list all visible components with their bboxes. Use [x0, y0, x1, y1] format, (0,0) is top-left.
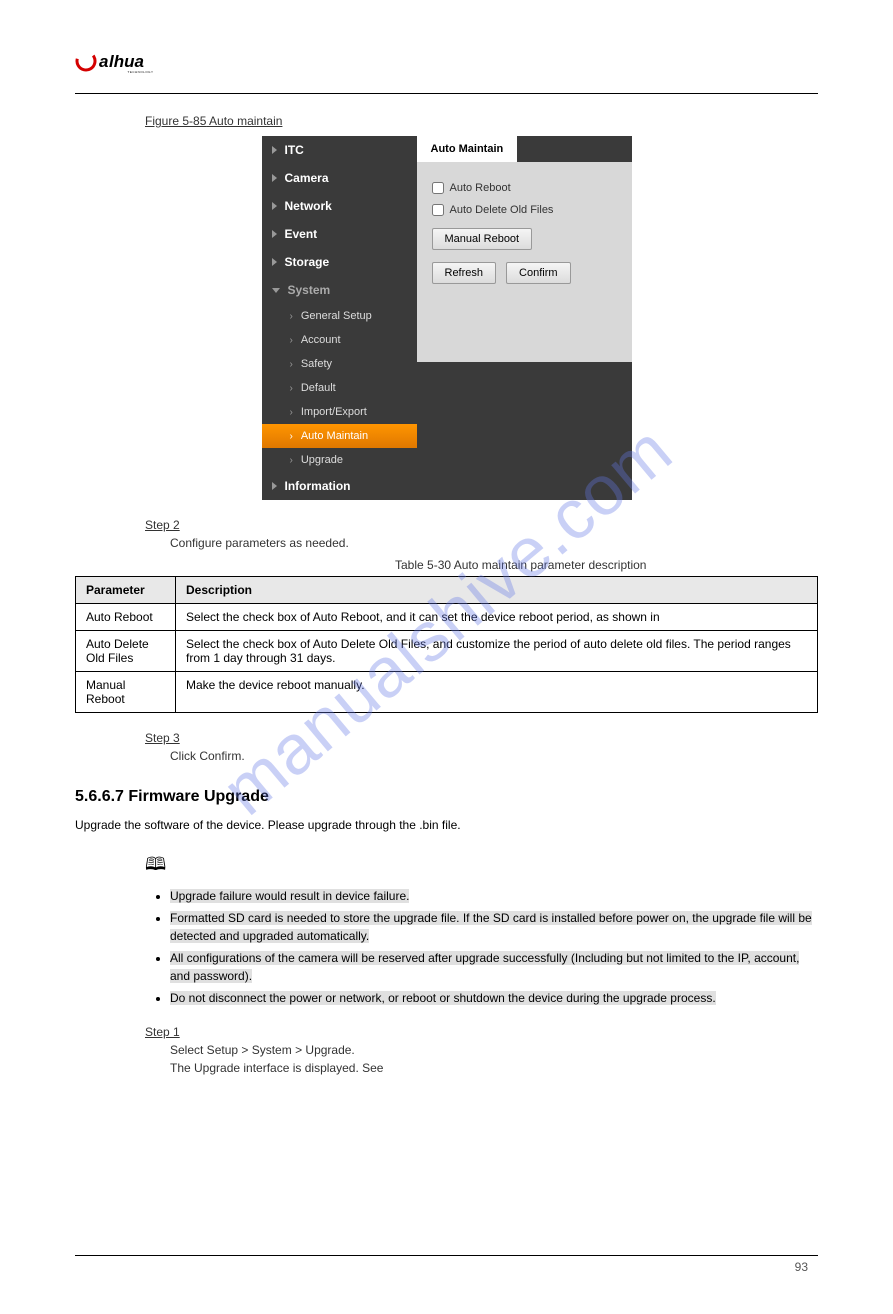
step-2-label: Step 2 [145, 518, 818, 532]
note-list: Upgrade failure would result in device f… [170, 887, 818, 1007]
footer-rule [75, 1255, 818, 1256]
chevron-right-icon: › [290, 455, 293, 466]
sidebar-sub-safety[interactable]: ›Safety [262, 352, 417, 376]
step-1-desc-b: The Upgrade interface is displayed. See [170, 1061, 818, 1075]
checkbox-auto-reboot-label: Auto Reboot [450, 182, 511, 194]
figure-label: Figure 5-85 Auto maintain [145, 114, 818, 128]
checkbox-auto-delete-row: Auto Delete Old Files [432, 204, 617, 216]
step-3-desc: Click Confirm. [170, 749, 818, 763]
sidebar-item-network[interactable]: Network [262, 192, 417, 220]
checkbox-auto-reboot[interactable] [432, 182, 444, 194]
svg-text:lhua: lhua [109, 52, 144, 71]
parameters-table: Parameter Description Auto Reboot Select… [75, 576, 818, 713]
chevron-right-icon: › [290, 335, 293, 346]
tab-auto-maintain[interactable]: Auto Maintain [417, 136, 518, 162]
sidebar-item-event[interactable]: Event [262, 220, 417, 248]
chevron-right-icon [272, 230, 277, 238]
note-item: Do not disconnect the power or network, … [170, 989, 818, 1007]
chevron-right-icon: › [290, 407, 293, 418]
table-row: Auto Reboot Select the check box of Auto… [76, 604, 818, 631]
chevron-right-icon [272, 174, 277, 182]
manual-reboot-button[interactable]: Manual Reboot [432, 228, 533, 250]
chevron-right-icon: › [290, 311, 293, 322]
chevron-right-icon [272, 202, 277, 210]
section-text: Upgrade the software of the device. Plea… [75, 816, 818, 834]
section-heading: 5.6.6.7 Firmware Upgrade [75, 788, 818, 806]
sidebar-sub-auto-maintain[interactable]: ›Auto Maintain [262, 424, 417, 448]
chevron-right-icon: › [290, 359, 293, 370]
sidebar-sub-account[interactable]: ›Account [262, 328, 417, 352]
chevron-right-icon [272, 482, 277, 490]
checkbox-auto-delete-label: Auto Delete Old Files [450, 204, 554, 216]
table-header-parameter: Parameter [76, 577, 176, 604]
chevron-down-icon [272, 288, 280, 293]
chevron-right-icon: › [290, 383, 293, 394]
note-icon: 🕮 [145, 852, 166, 882]
chevron-right-icon [272, 258, 277, 266]
note-item: Formatted SD card is needed to store the… [170, 909, 818, 945]
chevron-right-icon: › [290, 431, 293, 442]
sidebar-sub-general[interactable]: ›General Setup [262, 304, 417, 328]
header-rule [75, 93, 818, 94]
checkbox-auto-delete[interactable] [432, 204, 444, 216]
svg-text:a: a [99, 52, 108, 71]
screenshot-figure: ITC Camera Network Event Storage System … [262, 136, 632, 500]
refresh-button[interactable]: Refresh [432, 262, 497, 284]
note-item: Upgrade failure would result in device f… [170, 887, 818, 905]
sidebar-sub-import-export[interactable]: ›Import/Export [262, 400, 417, 424]
table-row: Auto Delete Old Files Select the check b… [76, 631, 818, 672]
sidebar-item-system[interactable]: System [262, 276, 417, 304]
sidebar-item-camera[interactable]: Camera [262, 164, 417, 192]
brand-logo: a lhua TECHNOLOGY [75, 50, 818, 85]
step-1-desc-a: Select Setup > System > Upgrade. [170, 1043, 818, 1057]
confirm-button[interactable]: Confirm [506, 262, 571, 284]
note-item: All configurations of the camera will be… [170, 949, 818, 985]
checkbox-auto-reboot-row: Auto Reboot [432, 182, 617, 194]
sidebar-item-itc[interactable]: ITC [262, 136, 417, 164]
table-row: Manual Reboot Make the device reboot man… [76, 672, 818, 713]
sidebar-item-information[interactable]: Information [262, 472, 417, 500]
table-header-description: Description [176, 577, 818, 604]
table-caption: Table 5-30 Auto maintain parameter descr… [395, 558, 818, 572]
step-3-label: Step 3 [145, 731, 818, 745]
svg-text:TECHNOLOGY: TECHNOLOGY [128, 70, 154, 74]
sidebar: ITC Camera Network Event Storage System … [262, 136, 417, 500]
page-number: 93 [75, 1260, 818, 1274]
content-panel: Auto Maintain Auto Reboot Auto Delete Ol… [417, 136, 632, 500]
chevron-right-icon [272, 146, 277, 154]
sidebar-item-storage[interactable]: Storage [262, 248, 417, 276]
sidebar-sub-default[interactable]: ›Default [262, 376, 417, 400]
step-2-desc: Configure parameters as needed. [170, 536, 818, 550]
sidebar-sub-upgrade[interactable]: ›Upgrade [262, 448, 417, 472]
step-1-label: Step 1 [145, 1025, 818, 1039]
